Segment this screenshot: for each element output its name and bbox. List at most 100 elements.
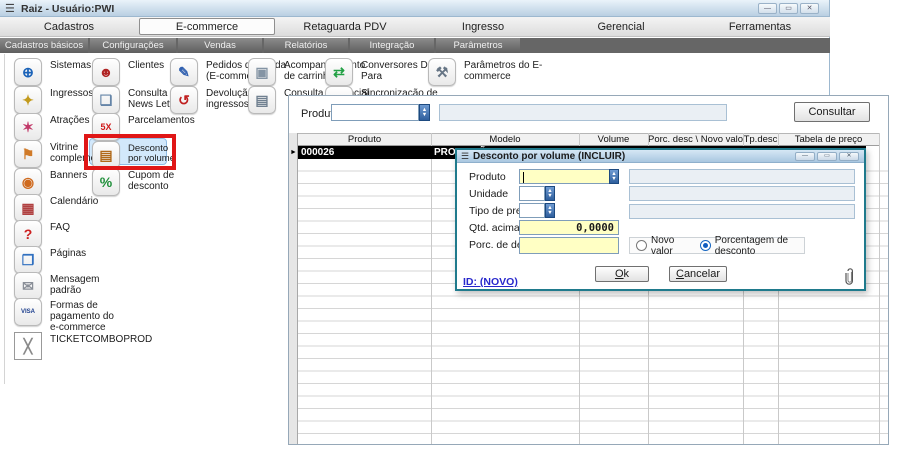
module-label: Parcelamentos xyxy=(128,116,195,127)
module-mensagem-padrao[interactable]: ✉ Mensagem padrão xyxy=(14,272,118,300)
produto-description-display xyxy=(439,104,727,121)
produto-field-label: Produto xyxy=(469,171,506,183)
discount-type-radio-group: Novo valor Porcentagem de desconto xyxy=(629,237,805,254)
converters-icon: ⇄ xyxy=(325,58,353,86)
radio-unselected-icon xyxy=(636,240,647,251)
consultar-button[interactable]: Consultar xyxy=(794,102,870,122)
module-formas-de-pagamento-do-e-commerce[interactable]: VISA Formas de pagamento do e-commerce xyxy=(14,298,118,333)
ribbon-item-relatorios[interactable]: Relatórios xyxy=(264,38,348,53)
dialog-minimize-button[interactable]: — xyxy=(795,152,815,161)
faq-icon: ? xyxy=(14,220,42,248)
produto-field-input[interactable] xyxy=(519,169,619,184)
produto-name-display xyxy=(629,169,855,184)
main-titlebar: ☰ Raiz - Usuário:PWI — ▭ ✕ xyxy=(0,0,830,17)
module-ticketcomboprod[interactable]: ╳TICKETCOMBOPROD xyxy=(14,332,118,360)
id-novo-link[interactable]: ID: (NOVO) xyxy=(463,276,518,288)
ribbon-item-parametros[interactable]: Parâmetros xyxy=(436,38,520,53)
newsletter-search-icon: ❏ xyxy=(92,86,120,114)
discount-coupon-icon: % xyxy=(92,168,120,196)
window-title: Raiz - Usuário:PWI xyxy=(21,3,114,15)
module-label: Páginas xyxy=(50,249,86,260)
volume-discount-dialog: ☰ Desconto por volume (INCLUIR) — ▭ ✕ Pr… xyxy=(455,148,866,291)
dialog-titlebar: ☰ Desconto por volume (INCLUIR) — ▭ ✕ xyxy=(457,150,864,163)
row-produto-cell: 000026 xyxy=(301,146,334,159)
module-parametros-do-e-commerce[interactable]: ⚒ Parâmetros do E-commerce xyxy=(428,58,552,86)
unidade-field-input[interactable] xyxy=(519,186,545,201)
ok-button[interactable]: Ok xyxy=(595,266,649,282)
systems-icon: ⊕ xyxy=(14,58,42,86)
tipo-preco-field-spinner[interactable]: ▲▼ xyxy=(545,203,555,218)
panel-left-border xyxy=(4,54,5,384)
radio-novo-valor[interactable]: Novo valor xyxy=(636,235,686,257)
tab-gerencial[interactable]: Gerencial xyxy=(552,17,690,37)
module-paginas[interactable]: ❐ Páginas xyxy=(14,246,118,274)
column-header-porc-desc-novo-valor[interactable]: Porc. desc \ Novo valor xyxy=(648,133,743,146)
ribbon-bar: Cadastros básicosConfiguraçõesVendasRela… xyxy=(0,38,830,53)
module-label: Clientes xyxy=(128,61,164,72)
tab-retaguarda-pdv[interactable]: Retaguarda PDV xyxy=(276,17,414,37)
payment-methods-icon: VISA xyxy=(14,298,42,326)
attractions-icon: ✶ xyxy=(14,113,42,141)
column-separator xyxy=(431,133,432,444)
module-label: Cupom de desconto xyxy=(128,171,204,193)
attachment-paperclip-icon[interactable] xyxy=(845,267,855,287)
column-header-tabela-de-preco[interactable]: Tabela de preço xyxy=(778,133,879,146)
module-faq[interactable]: ?FAQ xyxy=(14,220,118,248)
module-label: Banners xyxy=(50,171,87,182)
menu-icon[interactable]: ☰ xyxy=(5,2,15,15)
tab-e-commerce[interactable]: E-commerce xyxy=(139,18,275,35)
tab-ferramentas[interactable]: Ferramentas xyxy=(690,17,830,37)
ecommerce-params-icon: ⚒ xyxy=(428,58,456,86)
column-header-tp-desc[interactable]: Tp.desc xyxy=(743,133,778,146)
highlight-box xyxy=(84,134,176,170)
tickets-icon: ✦ xyxy=(14,86,42,114)
calendar-icon: ▦ xyxy=(14,194,42,222)
dialog-restore-button[interactable]: ▭ xyxy=(817,152,837,161)
restore-button[interactable]: ▭ xyxy=(779,3,798,14)
module-label: Mensagem padrão xyxy=(50,275,118,297)
ribbon-item-integracao[interactable]: Integração xyxy=(350,38,434,53)
current-row-marker: ► xyxy=(289,146,298,159)
screen: ☰ Raiz - Usuário:PWI — ▭ ✕ CadastrosE-co… xyxy=(0,0,897,451)
ticketcomboprod-icon: ╳ xyxy=(14,332,42,360)
close-button[interactable]: ✕ xyxy=(800,3,819,14)
cancelar-button[interactable]: Cancelar xyxy=(669,266,727,282)
cart-tracking-icon: ▣ xyxy=(248,58,276,86)
column-header-modelo[interactable]: Modelo xyxy=(431,133,579,146)
tipo-preco-field-input[interactable] xyxy=(519,203,545,218)
row-marker-column xyxy=(289,133,298,444)
radio-porcentagem-de-desconto[interactable]: Porcentagem de desconto xyxy=(700,235,804,257)
column-header-volume[interactable]: Volume xyxy=(579,133,648,146)
column-header-produto[interactable]: Produto xyxy=(298,133,431,146)
ribbon-item-configuracoes[interactable]: Configurações xyxy=(90,38,176,53)
dialog-menu-icon[interactable]: ☰ xyxy=(461,151,469,162)
pages-icon: ❐ xyxy=(14,246,42,274)
module-label: Formas de pagamento do e-commerce xyxy=(50,301,118,333)
qtd-field-input[interactable]: 0,0000 xyxy=(519,220,619,235)
module-label: Parâmetros do E-commerce xyxy=(464,61,552,83)
module-conversores-de-para[interactable]: ⇄Conversores De Para xyxy=(325,58,441,86)
produto-lookup-spinner[interactable]: ▲▼ xyxy=(419,104,430,121)
module-label: TICKETCOMBOPROD xyxy=(50,335,152,346)
module-cupom-de-desconto[interactable]: % Cupom de desconto xyxy=(92,168,204,196)
tab-cadastros[interactable]: Cadastros xyxy=(0,17,138,37)
module-label: Atrações xyxy=(50,116,89,127)
dialog-title: Desconto por volume (INCLUIR) xyxy=(473,151,625,162)
radio-label: Novo valor xyxy=(651,235,686,257)
module-label: Ingressos xyxy=(50,89,93,100)
produto-search-input[interactable] xyxy=(331,104,419,121)
minimize-button[interactable]: — xyxy=(758,3,777,14)
produto-field-spinner[interactable]: ▲▼ xyxy=(609,169,619,184)
column-separator xyxy=(879,133,880,444)
customers-icon: ☻ xyxy=(92,58,120,86)
unidade-field-spinner[interactable]: ▲▼ xyxy=(545,186,555,201)
default-message-icon: ✉ xyxy=(14,272,42,300)
dialog-close-button[interactable]: ✕ xyxy=(839,152,859,161)
ribbon-item-vendas[interactable]: Vendas xyxy=(178,38,262,53)
tab-ingresso[interactable]: Ingresso xyxy=(414,17,552,37)
ribbon-item-cadastros-basicos[interactable]: Cadastros básicos xyxy=(0,38,88,53)
showcase-icon: ⚑ xyxy=(14,140,42,168)
main-tab-bar: CadastrosE-commerceRetaguarda PDVIngress… xyxy=(0,17,830,37)
module-calendario[interactable]: ▦Calendário xyxy=(14,194,118,222)
porc-field-input[interactable] xyxy=(519,237,619,254)
